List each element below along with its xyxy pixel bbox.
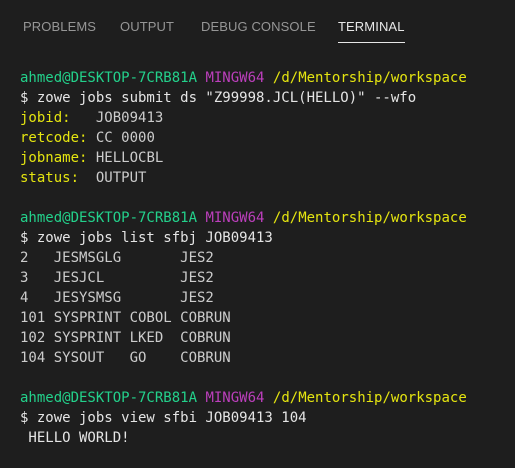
spool-file-row: 102 SYSPRINT LKED COBRUN bbox=[20, 330, 231, 346]
prompt-path: /d/Mentorship/workspace bbox=[272, 390, 467, 406]
terminal-output[interactable]: ahmed@DESKTOP-7CRB81A MINGW64 /d/Mentors… bbox=[0, 62, 515, 468]
spool-file-row: 101 SYSPRINT COBOL COBRUN bbox=[20, 310, 231, 326]
tab-debug-console[interactable]: DEBUG CONSOLE bbox=[201, 19, 316, 35]
terminal-prompt: ahmed@DESKTOP-7CRB81A MINGW64 /d/Mentors… bbox=[20, 208, 467, 228]
field-value: JOB09413 bbox=[95, 110, 164, 126]
field-value: HELLOCBL bbox=[95, 150, 164, 166]
field-key: retcode: bbox=[20, 130, 88, 146]
terminal-command: $ zowe jobs submit ds "Z99998.JCL(HELLO)… bbox=[20, 90, 417, 106]
prompt-path: /d/Mentorship/workspace bbox=[272, 210, 467, 226]
field-key: jobname: bbox=[20, 150, 88, 166]
tab-output[interactable]: OUTPUT bbox=[120, 19, 174, 35]
terminal-command: $ zowe jobs view sfbi JOB09413 104 bbox=[20, 410, 307, 426]
terminal-prompt: ahmed@DESKTOP-7CRB81A MINGW64 /d/Mentors… bbox=[20, 388, 467, 408]
job-field-retcode: retcode: CC 0000 bbox=[20, 128, 155, 148]
field-value: OUTPUT bbox=[95, 170, 147, 186]
field-value: CC 0000 bbox=[95, 130, 155, 146]
prompt-user-host: ahmed@DESKTOP-7CRB81A bbox=[20, 390, 198, 406]
field-pad bbox=[87, 150, 95, 166]
prompt-shell: MINGW64 bbox=[205, 210, 265, 226]
field-key: status: bbox=[20, 170, 80, 186]
spool-file-row: 2 JESMSGLG JES2 bbox=[20, 250, 214, 266]
terminal-prompt: ahmed@DESKTOP-7CRB81A MINGW64 /d/Mentors… bbox=[20, 68, 467, 88]
job-field-jobid: jobid: JOB09413 bbox=[20, 108, 163, 128]
job-field-status: status: OUTPUT bbox=[20, 168, 146, 188]
prompt-user-host: ahmed@DESKTOP-7CRB81A bbox=[20, 210, 198, 226]
field-pad bbox=[87, 130, 95, 146]
spool-file-row: 4 JESYSMSG JES2 bbox=[20, 290, 214, 306]
field-pad bbox=[79, 170, 96, 186]
tab-problems[interactable]: PROBLEMS bbox=[23, 19, 96, 35]
prompt-path: /d/Mentorship/workspace bbox=[272, 70, 467, 86]
spool-file-row: 104 SYSOUT GO COBRUN bbox=[20, 350, 231, 366]
active-tab-indicator bbox=[338, 42, 405, 43]
field-key: jobid: bbox=[20, 110, 71, 126]
spool-file-row: 3 JESJCL JES2 bbox=[20, 270, 214, 286]
prompt-shell: MINGW64 bbox=[205, 70, 265, 86]
prompt-shell: MINGW64 bbox=[205, 390, 265, 406]
spool-output-text: HELLO WORLD! bbox=[20, 430, 130, 446]
field-pad bbox=[71, 110, 96, 126]
job-field-jobname: jobname: HELLOCBL bbox=[20, 148, 163, 168]
prompt-user-host: ahmed@DESKTOP-7CRB81A bbox=[20, 70, 198, 86]
terminal-command: $ zowe jobs list sfbj JOB09413 bbox=[20, 230, 273, 246]
tab-terminal[interactable]: TERMINAL bbox=[338, 19, 405, 35]
panel-tab-bar: PROBLEMS OUTPUT DEBUG CONSOLE TERMINAL bbox=[0, 0, 515, 50]
